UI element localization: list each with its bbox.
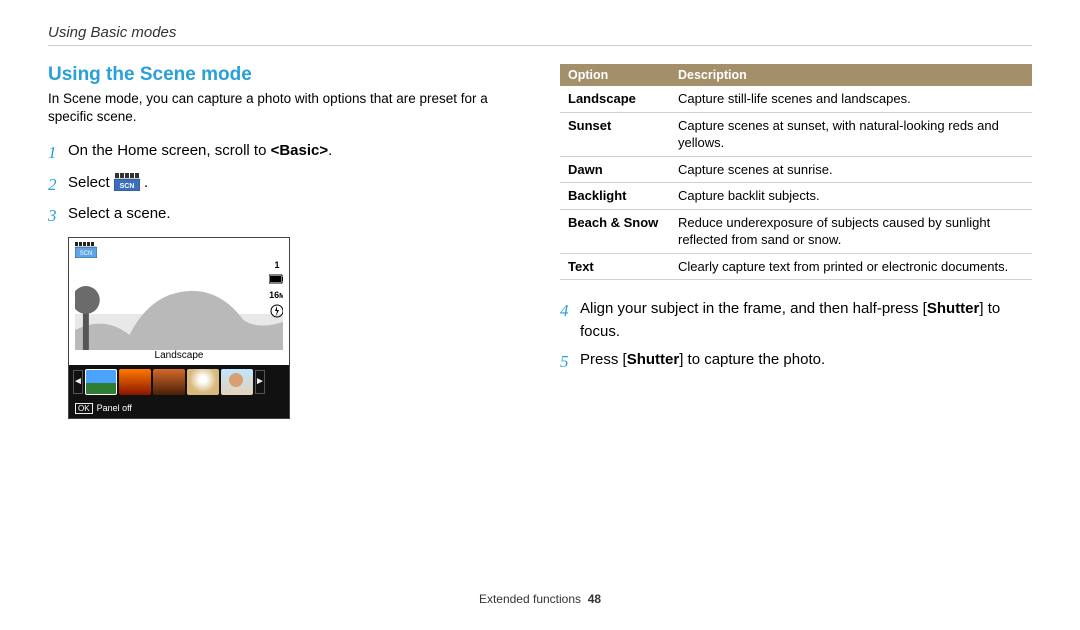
thumb-backlight <box>187 369 219 395</box>
opt-name: Backlight <box>560 183 670 210</box>
opt-name: Dawn <box>560 156 670 183</box>
scn-badge-icon: SCN <box>75 242 97 260</box>
options-table: Option Description LandscapeCapture stil… <box>560 64 1032 280</box>
step-text: Select a scene. <box>68 203 520 229</box>
table-row: SunsetCapture scenes at sunset, with nat… <box>560 112 1032 156</box>
left-column: Using the Scene mode In Scene mode, you … <box>48 64 520 419</box>
opt-name: Beach & Snow <box>560 209 670 253</box>
step-text: Align your subject in the frame, and the… <box>580 298 1032 343</box>
step-post: . <box>328 142 332 159</box>
t: ] to capture the photo. <box>679 351 825 368</box>
steps-right: 4 Align your subject in the frame, and t… <box>560 298 1032 375</box>
panel-off-label: Panel off <box>97 403 132 413</box>
step-number: 5 <box>560 349 580 375</box>
opt-desc: Clearly capture text from printed or ele… <box>670 253 1032 280</box>
right-column: Option Description LandscapeCapture stil… <box>560 64 1032 419</box>
step-3: 3 Select a scene. <box>48 203 520 229</box>
step-2: 2 Select SCN . <box>48 172 520 198</box>
resolution-label: 16M <box>269 290 283 300</box>
ok-icon: OK <box>75 403 93 414</box>
thumb-dawn <box>153 369 185 395</box>
thumb-sunset <box>119 369 151 395</box>
viewfinder: 1 16M <box>75 260 283 350</box>
step-text: Select SCN . <box>68 172 520 198</box>
thumb-portrait <box>221 369 253 395</box>
opt-name: Sunset <box>560 112 670 156</box>
table-header-row: Option Description <box>560 64 1032 86</box>
opt-name: Landscape <box>560 86 670 112</box>
table-row: BacklightCapture backlit subjects. <box>560 183 1032 210</box>
th-description: Description <box>670 64 1032 86</box>
step-pre: Select <box>68 174 114 191</box>
table-row: LandscapeCapture still-life scenes and l… <box>560 86 1032 112</box>
svg-text:SCN: SCN <box>119 183 134 190</box>
opt-desc: Capture still-life scenes and landscapes… <box>670 86 1032 112</box>
thumb-prev-icon: ◄ <box>73 370 83 394</box>
opt-name: Text <box>560 253 670 280</box>
t-bold: Shutter <box>927 300 980 317</box>
step-1: 1 On the Home screen, scroll to <Basic>. <box>48 140 520 166</box>
opt-desc: Capture scenes at sunset, with natural-l… <box>670 112 1032 156</box>
t-bold: Shutter <box>627 351 680 368</box>
opt-desc: Capture backlit subjects. <box>670 183 1032 210</box>
step-bold: <Basic> <box>271 142 329 159</box>
footer-section: Extended functions <box>479 592 581 606</box>
t: Align your subject in the frame, and the… <box>580 300 927 317</box>
step-pre: On the Home screen, scroll to <box>68 142 271 159</box>
table-row: DawnCapture scenes at sunrise. <box>560 156 1032 183</box>
panel-off-bar: OK Panel off <box>69 399 289 418</box>
page-footer: Extended functions 48 <box>0 592 1080 606</box>
step-number: 4 <box>560 298 580 343</box>
opt-desc: Capture scenes at sunrise. <box>670 156 1032 183</box>
step-number: 2 <box>48 172 68 198</box>
intro-text: In Scene mode, you can capture a photo w… <box>48 90 520 126</box>
step-text: Press [Shutter] to capture the photo. <box>580 349 1032 375</box>
step-5: 5 Press [Shutter] to capture the photo. <box>560 349 1032 375</box>
thumb-next-icon: ► <box>255 370 265 394</box>
thumb-landscape <box>85 369 117 395</box>
battery-icon <box>269 274 283 286</box>
th-option: Option <box>560 64 670 86</box>
page-number: 48 <box>588 592 601 606</box>
table-row: TextClearly capture text from printed or… <box>560 253 1032 280</box>
section-title: Using the Scene mode <box>48 64 520 86</box>
shot-counter: 1 <box>274 260 279 270</box>
divider <box>48 45 1032 46</box>
scene-mode-icon: SCN <box>114 173 140 191</box>
step-post: . <box>144 174 148 191</box>
breadcrumb: Using Basic modes <box>48 24 1032 41</box>
flash-off-icon <box>270 304 283 320</box>
camera-screenshot: SCN 1 <box>68 237 290 419</box>
step-text: On the Home screen, scroll to <Basic>. <box>68 140 520 166</box>
step-number: 3 <box>48 203 68 229</box>
step-number: 1 <box>48 140 68 166</box>
table-row: Beach & SnowReduce underexposure of subj… <box>560 209 1032 253</box>
mode-label: Landscape <box>69 350 289 365</box>
svg-text:SCN: SCN <box>80 251 93 257</box>
t: Press [ <box>580 351 627 368</box>
step-4: 4 Align your subject in the frame, and t… <box>560 298 1032 343</box>
steps-left: 1 On the Home screen, scroll to <Basic>.… <box>48 140 520 229</box>
scene-thumbnails: ◄ ► <box>69 365 289 399</box>
content-columns: Using the Scene mode In Scene mode, you … <box>48 64 1032 419</box>
opt-desc: Reduce underexposure of subjects caused … <box>670 209 1032 253</box>
